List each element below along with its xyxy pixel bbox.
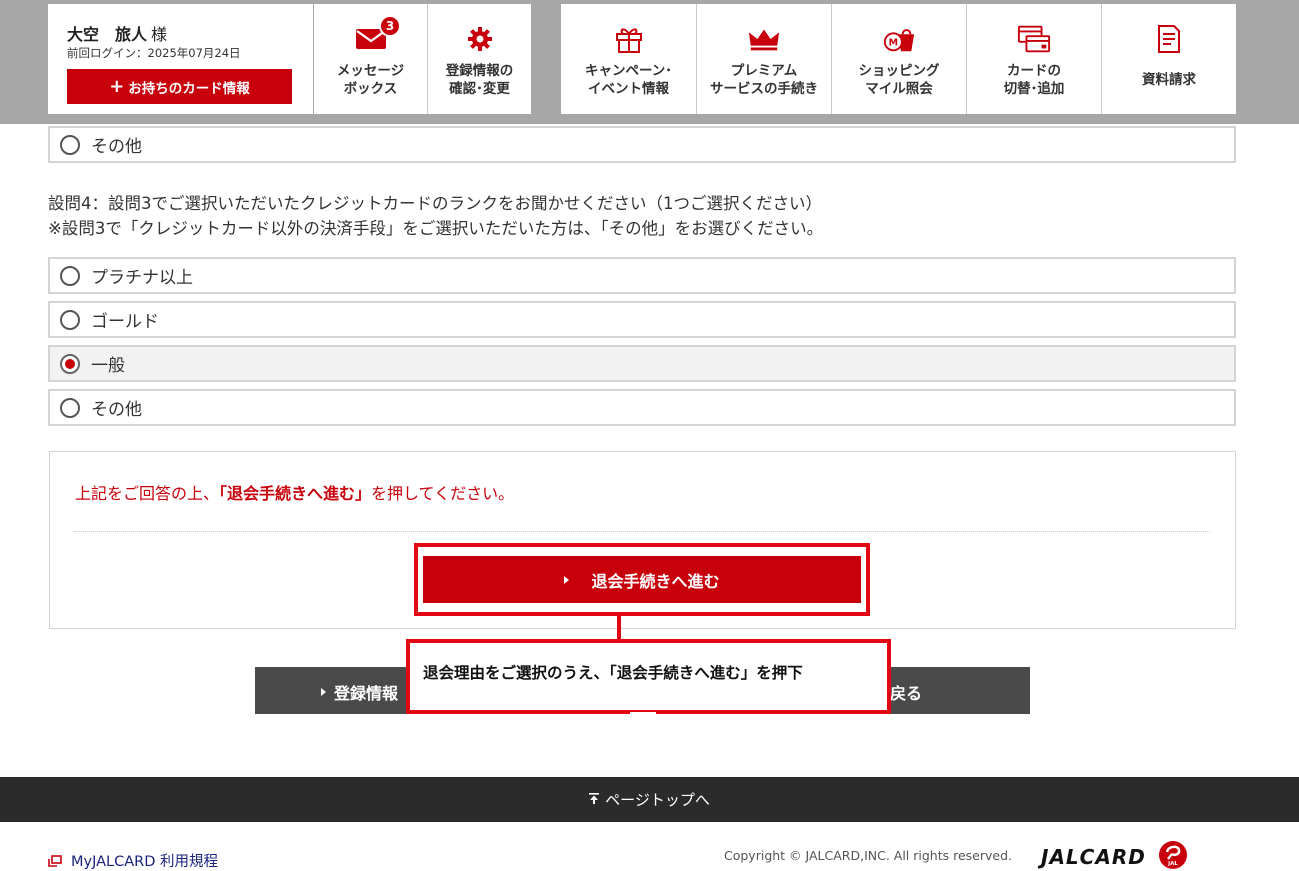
back-button-right-label: 戻る bbox=[890, 684, 923, 703]
nav-group-services: キャンペーン･ イベント情報 プレミアム サービスの手続き M ショッピング マ… bbox=[561, 4, 1236, 114]
page-top-label: ページトップへ bbox=[605, 791, 710, 809]
q4-option-other[interactable]: その他 bbox=[48, 389, 1236, 426]
nav-premium[interactable]: プレミアム サービスの手続き bbox=[696, 4, 831, 114]
user-panel: 大空 旅人様 前回ログイン：2025年07月24日 + お持ちのカード情報 bbox=[48, 4, 313, 114]
svg-text:JAL: JAL bbox=[1167, 861, 1178, 867]
annotation-connector bbox=[617, 615, 621, 640]
header-bar: 大空 旅人様 前回ログイン：2025年07月24日 + お持ちのカード情報 3 … bbox=[0, 0, 1299, 124]
nav-document-request-label: 資料請求 bbox=[1142, 72, 1196, 88]
question-4-text: 設問4：設問3でご選択いただいたクレジットカードのランクをお聞かせください（1つ… bbox=[48, 194, 822, 213]
plus-icon: + bbox=[109, 75, 125, 97]
annotation-callout-text: 退会理由をご選択のうえ、「退会手続きへ進む」を押下 bbox=[423, 664, 803, 682]
shopping-bag-icon: M bbox=[882, 22, 916, 56]
card-info-label: お持ちのカード情報 bbox=[128, 80, 250, 97]
nav-shopping-mile[interactable]: M ショッピング マイル照会 bbox=[831, 4, 966, 114]
user-honorific: 様 bbox=[151, 25, 168, 44]
q4-option-general[interactable]: 一般 bbox=[48, 345, 1236, 382]
option-label: 一般 bbox=[91, 356, 125, 376]
divider bbox=[74, 531, 1210, 532]
document-icon bbox=[1152, 22, 1186, 56]
terms-link-label: MyJALCARD 利用規程 bbox=[71, 854, 219, 870]
nav-card-switch-label: カードの 切替･追加 bbox=[1003, 63, 1065, 97]
arrow-up-icon bbox=[589, 792, 600, 807]
external-window-icon bbox=[48, 854, 62, 867]
triangle-right-icon bbox=[564, 575, 570, 584]
nav-registration-info-label: 登録情報の 確認･変更 bbox=[445, 63, 514, 97]
nav-campaign-label: キャンペーン･ イベント情報 bbox=[584, 63, 673, 97]
proceed-withdrawal-label: 退会手続きへ進む bbox=[591, 571, 720, 591]
radio-button-selected[interactable] bbox=[60, 353, 80, 374]
terms-link[interactable]: MyJALCARD 利用規程 bbox=[48, 850, 218, 871]
option-label: その他 bbox=[91, 137, 142, 157]
back-button-left-label: 登録情報 bbox=[334, 684, 399, 703]
q4-option-platinum[interactable]: プラチナ以上 bbox=[48, 257, 1236, 294]
q3-option-other[interactable]: その他 bbox=[48, 126, 1236, 163]
nav-message-box-label: メッセージ ボックス bbox=[336, 63, 405, 97]
copyright-text: Copyright © JALCARD,INC. All rights rese… bbox=[724, 848, 1013, 863]
radio-button[interactable] bbox=[60, 134, 80, 155]
nav-group-account: 3 メッセージ ボックス 登録情報の 確認･変更 bbox=[314, 4, 531, 114]
radio-selected-dot bbox=[65, 358, 75, 369]
confirm-instruction: 上記をご回答の上、「退会手続きへ進む」を押してください。 bbox=[75, 480, 514, 504]
annotation-callout-gap bbox=[630, 712, 656, 716]
nav-shopping-mile-label: ショッピング マイル照会 bbox=[858, 63, 940, 97]
nav-campaign[interactable]: キャンペーン･ イベント情報 bbox=[561, 4, 696, 114]
option-label: ゴールド bbox=[91, 312, 159, 332]
last-login: 前回ログイン：2025年07月24日 bbox=[67, 46, 241, 60]
gift-icon bbox=[612, 22, 646, 56]
nav-document-request[interactable]: 資料請求 bbox=[1101, 4, 1236, 114]
jalcard-logo-text: JALCARD bbox=[1041, 845, 1146, 869]
nav-registration-info[interactable]: 登録情報の 確認･変更 bbox=[427, 4, 531, 114]
user-name: 大空 旅人様 bbox=[67, 21, 167, 45]
confirm-text-after: を押してください。 bbox=[371, 484, 515, 503]
page-top-button[interactable]: ページトップへ bbox=[0, 777, 1299, 822]
card-info-button[interactable]: + お持ちのカード情報 bbox=[67, 69, 292, 104]
question-4-note: ※設問3で「クレジットカード以外の決済手段」をご選択いただいた方は、「その他」を… bbox=[48, 219, 824, 238]
question-4: 設問4：設問3でご選択いただいたクレジットカードのランクをお聞かせください（1つ… bbox=[48, 191, 823, 241]
cards-icon bbox=[1017, 22, 1051, 56]
annotation-callout: 退会理由をご選択のうえ、「退会手続きへ進む」を押下 bbox=[406, 639, 891, 714]
q4-option-gold[interactable]: ゴールド bbox=[48, 301, 1236, 338]
gear-icon bbox=[463, 22, 497, 56]
message-count-badge: 3 bbox=[379, 15, 401, 37]
option-label: プラチナ以上 bbox=[91, 268, 193, 288]
nav-message-box[interactable]: 3 メッセージ ボックス bbox=[314, 4, 427, 114]
radio-button[interactable] bbox=[60, 309, 80, 330]
nav-premium-label: プレミアム サービスの手続き bbox=[710, 63, 818, 97]
confirm-text-before: 上記をご回答の上、 bbox=[75, 484, 220, 503]
back-button-left: 登録情報 bbox=[321, 680, 398, 704]
svg-text:M: M bbox=[889, 38, 898, 49]
triangle-right-icon bbox=[321, 688, 326, 696]
user-name-text: 大空 旅人 bbox=[67, 25, 148, 44]
radio-button[interactable] bbox=[60, 265, 80, 286]
option-label: その他 bbox=[91, 400, 142, 420]
crown-icon bbox=[747, 22, 781, 56]
nav-card-switch[interactable]: カードの 切替･追加 bbox=[966, 4, 1101, 114]
jal-crane-icon: JAL bbox=[1158, 840, 1188, 871]
jalcard-logo: JALCARD JAL bbox=[1041, 840, 1188, 871]
proceed-withdrawal-button[interactable]: 退会手続きへ進む bbox=[423, 556, 861, 603]
confirm-text-bold: 「退会手続きへ進む」 bbox=[219, 484, 372, 503]
radio-button[interactable] bbox=[60, 397, 80, 418]
